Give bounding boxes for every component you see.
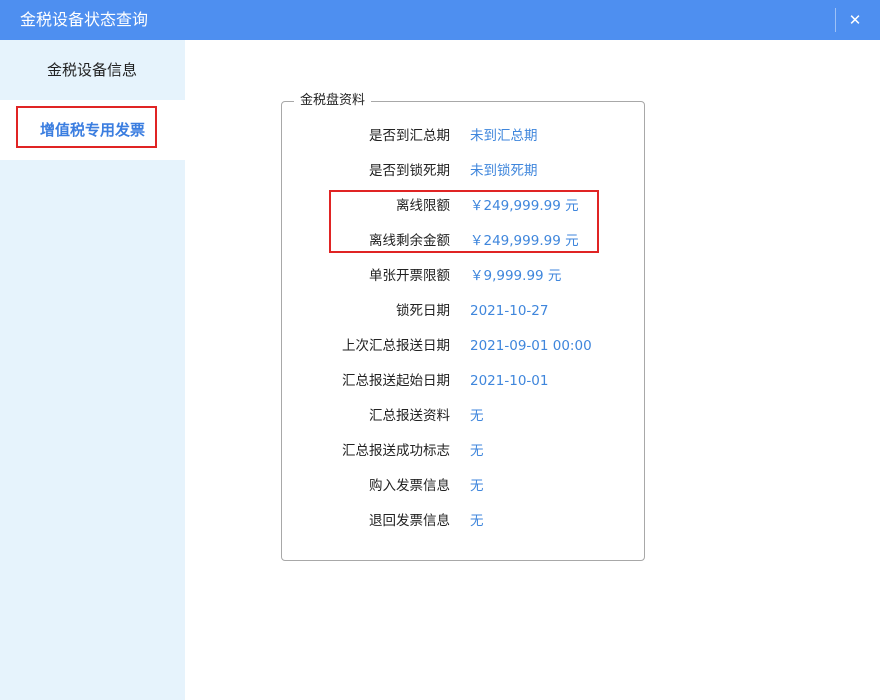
window-title: 金税设备状态查询 bbox=[20, 10, 149, 29]
info-row-offline-limit: 离线限额 ￥249,999.99 元 bbox=[281, 196, 645, 216]
sidebar: 金税设备信息 增值税专用发票 bbox=[0, 40, 185, 700]
info-value: 2021-09-01 00:00 bbox=[470, 338, 592, 354]
info-row-offline-remaining: 离线剩余金额 ￥249,999.99 元 bbox=[281, 231, 645, 251]
info-value: 无 bbox=[470, 513, 484, 529]
sidebar-item-label: 增值税专用发票 bbox=[40, 121, 146, 139]
info-value: ￥249,999.99 元 bbox=[470, 198, 579, 214]
info-row-report-data: 汇总报送资料 无 bbox=[281, 406, 645, 426]
info-label: 离线剩余金额 bbox=[369, 233, 450, 249]
group-legend: 金税盘资料 bbox=[294, 93, 372, 109]
info-value: 无 bbox=[470, 408, 484, 424]
info-value: 无 bbox=[470, 478, 484, 494]
info-value: ￥9,999.99 元 bbox=[470, 268, 562, 284]
info-label: 离线限额 bbox=[396, 198, 450, 214]
info-label: 是否到锁死期 bbox=[369, 163, 450, 179]
info-label: 单张开票限额 bbox=[369, 268, 450, 284]
info-row-single-invoice-limit: 单张开票限额 ￥9,999.99 元 bbox=[281, 266, 645, 286]
sidebar-item-device-info[interactable]: 金税设备信息 bbox=[0, 40, 185, 100]
info-row-report-start-date: 汇总报送起始日期 2021-10-01 bbox=[281, 371, 645, 391]
sidebar-item-vat-special-invoice[interactable]: 增值税专用发票 bbox=[0, 100, 185, 160]
info-label: 汇总报送资料 bbox=[369, 408, 450, 424]
info-value: 无 bbox=[470, 443, 484, 459]
title-divider bbox=[835, 8, 836, 32]
sidebar-item-label: 金税设备信息 bbox=[47, 61, 138, 79]
title-bar: 金税设备状态查询 ✕ bbox=[0, 0, 880, 40]
info-label: 退回发票信息 bbox=[369, 513, 450, 529]
info-row-lock-period: 是否到锁死期 未到锁死期 bbox=[281, 161, 645, 181]
info-label: 购入发票信息 bbox=[369, 478, 450, 494]
info-value: ￥249,999.99 元 bbox=[470, 233, 579, 249]
info-row-purchased-invoices: 购入发票信息 无 bbox=[281, 476, 645, 496]
info-value: 未到汇总期 bbox=[470, 128, 538, 144]
info-label: 锁死日期 bbox=[396, 303, 450, 319]
info-row-lock-date: 锁死日期 2021-10-27 bbox=[281, 301, 645, 321]
info-row-report-success-flag: 汇总报送成功标志 无 bbox=[281, 441, 645, 461]
info-label: 汇总报送起始日期 bbox=[342, 373, 450, 389]
info-value: 2021-10-01 bbox=[470, 373, 549, 389]
info-label: 上次汇总报送日期 bbox=[342, 338, 450, 354]
info-row-last-report-date: 上次汇总报送日期 2021-09-01 00:00 bbox=[281, 336, 645, 356]
info-row-summary-period: 是否到汇总期 未到汇总期 bbox=[281, 126, 645, 146]
info-value: 未到锁死期 bbox=[470, 163, 538, 179]
info-label: 汇总报送成功标志 bbox=[342, 443, 450, 459]
info-value: 2021-10-27 bbox=[470, 303, 549, 319]
info-label: 是否到汇总期 bbox=[369, 128, 450, 144]
info-row-returned-invoices: 退回发票信息 无 bbox=[281, 511, 645, 531]
close-icon[interactable]: ✕ bbox=[843, 6, 867, 34]
